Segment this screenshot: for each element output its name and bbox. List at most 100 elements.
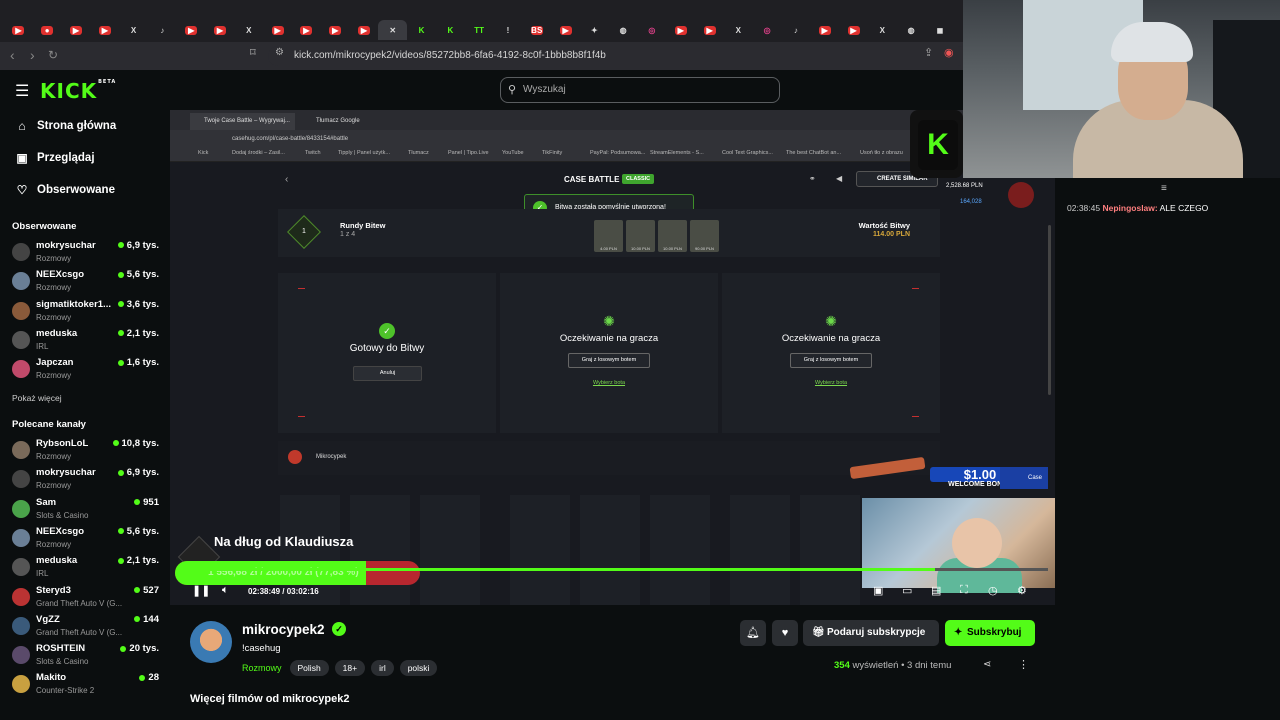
browser-tab[interactable]: ◍ [609,20,638,40]
sidebar-channel[interactable]: meduska IRL 2,1 tys. [12,328,162,356]
search-input[interactable]: Wyszukaj [500,77,780,103]
fullscreen-icon[interactable]: ⛶ [960,584,968,597]
browser-tab[interactable]: K [407,20,436,40]
browser-tab[interactable]: ◍ [897,20,926,40]
chat-username[interactable]: Nepingoslaw: [1102,203,1157,213]
share-icon[interactable]: ⋖ [983,659,991,670]
browser-tab[interactable]: TT [465,20,494,40]
browser-tab[interactable]: ▶ [177,20,206,40]
extension-icon[interactable]: ◉ [944,46,954,59]
speed-icon[interactable]: ◷ [988,584,998,597]
browser-tab[interactable]: ▶ [292,20,321,40]
browser-tab[interactable]: ▶ [551,20,580,40]
chat-expand-icon[interactable]: ≡ [1161,183,1167,194]
site-info-icon[interactable]: ⚙ [275,47,284,58]
sidebar-channel[interactable]: sigmatiktoker1... Rozmowy 3,6 tys. [12,299,162,327]
sidebar-menu-item[interactable]: ▣ Przeglądaj [15,151,94,165]
channel-avatar[interactable] [190,621,232,663]
browser-tab[interactable]: ▶ [350,20,379,40]
browser-tab[interactable]: ▶ [666,20,695,40]
browser-tab[interactable]: ▶ [90,20,119,40]
reload-icon[interactable]: ↻ [48,48,58,62]
tag-chip[interactable]: 18+ [334,660,366,676]
browser-tab[interactable]: ▶ [263,20,292,40]
chat-text: ALE CZEGO [1159,203,1209,213]
miniplayer-icon[interactable]: ▣ [873,584,883,597]
video-progress-bar[interactable] [178,568,1048,571]
show-more-link[interactable]: Pokaż więcej [12,393,62,403]
follow-heart-button[interactable]: ♥ [772,620,798,646]
sidebar-menu-item[interactable]: ⌂ Strona główna [15,119,116,133]
browser-tab[interactable]: X [119,20,148,40]
volume-icon[interactable]: 🔈︎ [222,584,229,597]
sidebar-channel[interactable]: Sam Slots & Casino 951 [12,497,162,525]
share-page-icon[interactable]: ⇪ [924,46,933,59]
sidebar-channel[interactable]: Steryd3 Grand Theft Auto V (G... 527 [12,585,162,613]
sidebar-channel[interactable]: mokrysuchar Rozmowy 6,9 tys. [12,467,162,495]
browser-tab[interactable]: ▶ [321,20,350,40]
browser-tab[interactable]: ▶ [62,20,91,40]
sidebar-channel[interactable]: RybsonLoL Rozmowy 10,8 tys. [12,438,162,466]
browser-tab[interactable]: BS [522,20,551,40]
browser-tab[interactable]: ♪ [148,20,177,40]
pip-icon[interactable]: ▤ [931,584,941,597]
sidebar-channel[interactable]: ROSHTEIN Slots & Casino 20 tys. [12,643,162,671]
tag-chip[interactable]: Polish [289,660,329,676]
browser-tab[interactable]: ♪ [782,20,811,40]
browser-tab[interactable]: X [724,20,753,40]
sidebar-channel[interactable]: VgZZ Grand Theft Auto V (G... 144 [12,614,162,642]
time-total: 03:02:16 [286,587,319,596]
browser-tab[interactable]: ! [494,20,523,40]
sidebar-channel[interactable]: mokrysuchar Rozmowy 6,9 tys. [12,240,162,268]
pause-icon[interactable]: ❚❚ [192,584,210,597]
ready-check-icon: ✓ [379,323,395,339]
browser-tab[interactable]: ▶ [4,20,33,40]
viewer-count: 3,6 tys. [126,298,159,310]
bookmark-icon[interactable]: ⌑ [250,46,256,59]
browser-tab[interactable]: ✦ [580,20,609,40]
heart-icon: ♥ [781,627,789,639]
channel-name: ROSHTEIN [36,643,86,655]
sidebar-channel[interactable]: NEEXcsgo Rozmowy 5,6 tys. [12,526,162,554]
forward-icon[interactable]: › [30,47,35,63]
live-dot [117,271,124,278]
tag-chip[interactable]: irl [371,660,394,676]
browser-tab[interactable]: X [868,20,897,40]
menu-icon[interactable]: ☰ [15,81,29,101]
browser-tab[interactable]: ◎ [638,20,667,40]
back-icon[interactable]: ‹ [10,47,15,63]
case-strip: 4.00 PLN 10.00 PLN 10.00 PLN 90.00 PLN [594,220,719,252]
more-options-icon[interactable]: ⋮ [1018,658,1029,671]
subscribe-button[interactable]: ✦ Subskrybuj [945,620,1035,646]
tab-favicon: ▶ [98,25,111,35]
sidebar-channel[interactable]: meduska IRL 2,1 tys. [12,555,162,583]
kick-logo[interactable]: KICKBETA [40,79,116,103]
url-field[interactable]: kick.com/mikrocypek2/videos/85272bb8-6fa… [268,46,968,66]
theater-icon[interactable]: ▭ [902,584,912,597]
notification-bell-button[interactable]: 🔔︎ [740,620,766,646]
lower-cell [350,495,410,605]
gift-subs-button[interactable]: 🎁︎ Podaruj subskrypcje [803,620,939,646]
chat-timestamp: 02:38:45 [1067,203,1101,213]
browser-tab[interactable]: ▶ [206,20,235,40]
browser-tab[interactable]: ◼ [926,20,955,40]
browser-tab[interactable]: X [234,20,263,40]
browser-tab[interactable]: ▶ [839,20,868,40]
browser-tab[interactable]: ▶ [695,20,724,40]
browser-tab[interactable]: ◎ [753,20,782,40]
settings-icon[interactable]: ⚙ [1017,584,1027,597]
video-player[interactable]: Twoje Case Battle – Wygrywaj... Tłumacz … [170,110,1055,605]
sidebar-channel[interactable]: Makito Counter-Strike 2 28 [12,672,162,700]
sidebar-menu-item[interactable]: ♡ Obserwowane [15,183,115,197]
tab-favicon: X [735,25,741,35]
category-link[interactable]: Rozmowy [242,663,282,673]
browser-tab[interactable]: ● [33,20,62,40]
browser-tab[interactable]: ▶ [810,20,839,40]
browser-tab[interactable]: ✕ [378,20,408,40]
channel-name[interactable]: mikrocypek2 [242,622,325,637]
tag-chip[interactable]: polski [399,660,438,676]
logo-text: KICK [40,79,98,103]
sidebar-channel[interactable]: NEEXcsgo Rozmowy 5,6 tys. [12,269,162,297]
browser-tab[interactable]: K [436,20,465,40]
sidebar-channel[interactable]: Japczan Rozmowy 1,6 tys. [12,357,162,385]
